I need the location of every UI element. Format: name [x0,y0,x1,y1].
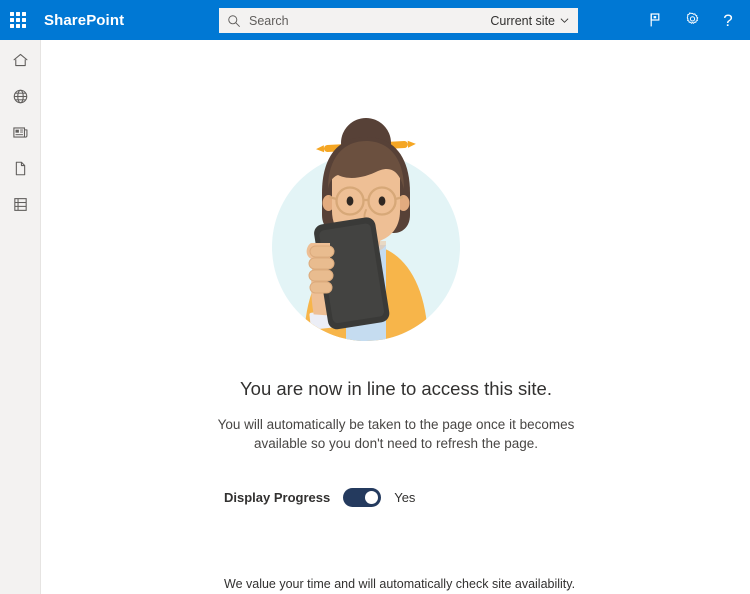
chevron-down-icon [560,18,569,23]
news-icon [13,126,28,138]
feedback-button[interactable] [638,0,674,40]
search-scope-selector[interactable]: Current site [490,14,578,28]
app-launcher-button[interactable] [0,0,36,40]
display-progress-row: Display Progress Yes [224,488,415,507]
left-rail [0,40,41,594]
suite-brand-sharepoint[interactable]: SharePoint [44,12,124,29]
settings-button[interactable] [674,0,710,40]
display-progress-state: Yes [394,490,416,505]
sidebar-item-lists[interactable] [0,186,41,222]
search-box[interactable]: Current site [219,8,578,33]
help-icon: ? [723,10,733,30]
search-icon [219,8,249,33]
toggle-knob [365,491,379,504]
list-icon [14,197,27,211]
page-subtext: You will automatically be taken to the p… [217,417,575,451]
gear-icon [686,12,698,24]
sidebar-item-files[interactable] [0,150,41,186]
main-content: You are now in line to access this site.… [42,40,750,594]
suite-bar: SharePoint Current site [0,0,750,40]
feedback-icon [650,13,660,27]
search-input[interactable] [249,9,491,32]
home-icon [13,53,28,66]
search-scope-label: Current site [490,13,555,28]
page-icon [15,161,26,175]
display-progress-toggle[interactable] [343,488,382,507]
person-with-phone-illustration [266,115,466,345]
sidebar-item-home[interactable] [0,42,41,78]
display-progress-label: Display Progress [224,490,331,505]
sharepoint-waiting-room-page: SharePoint Current site [0,0,750,594]
help-button[interactable]: ? [710,0,746,40]
waffle-icon [10,12,26,28]
globe-icon [13,89,28,103]
suite-actions: ? [638,0,746,40]
page-title: You are now in line to access this site. [240,378,552,399]
sidebar-item-sites[interactable] [0,78,41,114]
availability-notice: We value your time and will automaticall… [224,577,576,591]
sidebar-item-news[interactable] [0,114,41,150]
